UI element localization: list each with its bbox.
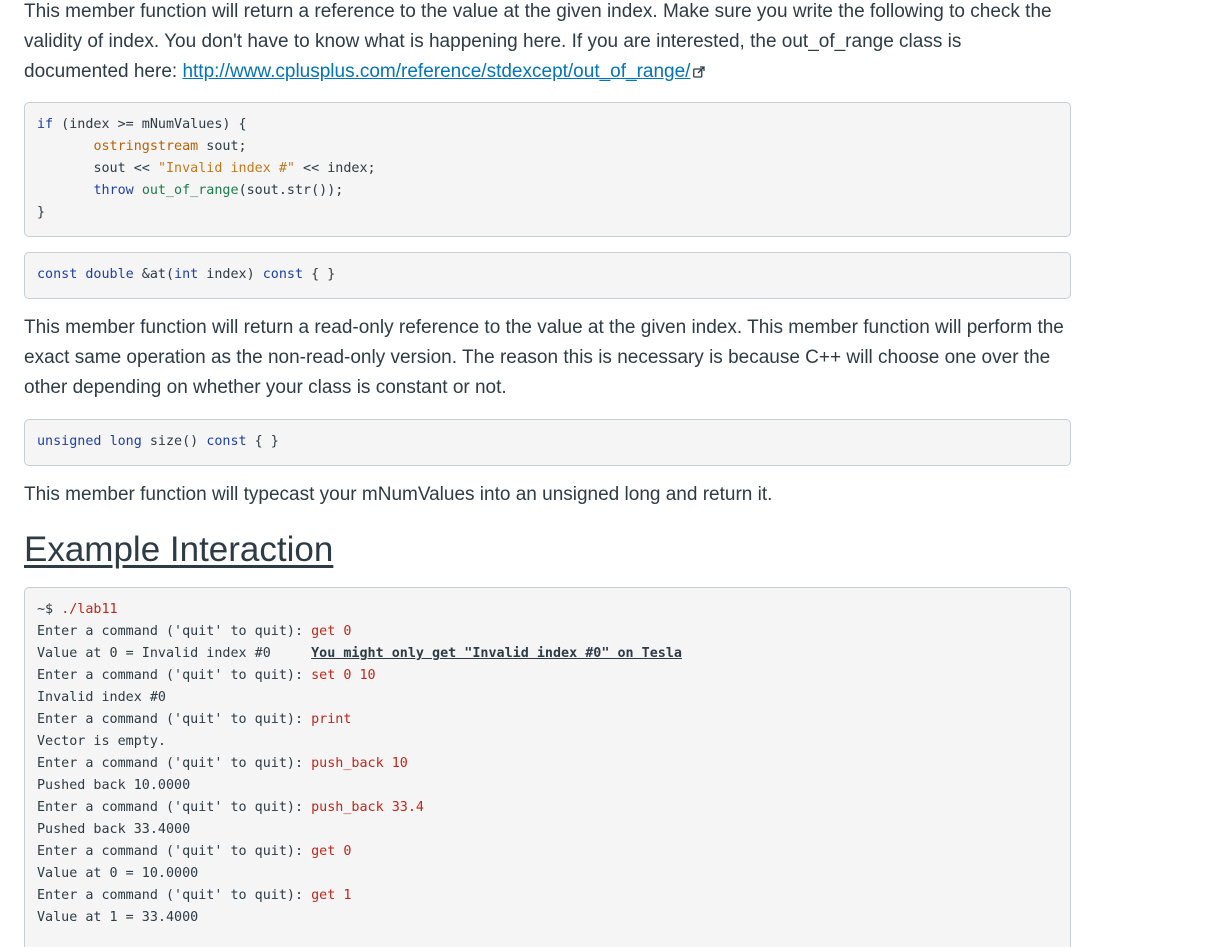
code-line: unsigned long size() const { } <box>37 431 1058 453</box>
output-text: Enter a command ('quit' to quit): <box>37 756 312 771</box>
code-line: Vector is empty. <box>37 731 1058 753</box>
at-const-paragraph: This member function will return a read-… <box>24 317 1064 398</box>
output-text: Enter a command ('quit' to quit): <box>37 800 312 815</box>
output-text: Vector is empty. <box>37 734 166 749</box>
output-text: Enter a command ('quit' to quit): <box>37 624 312 639</box>
code-line: Value at 0 = 10.0000 <box>37 863 1058 885</box>
code-keyword: if <box>37 117 54 132</box>
code-line: sout << "Invalid index #" << index; <box>37 158 1058 180</box>
output-text: Enter a command ('quit' to quit): <box>37 712 312 727</box>
user-command: set 0 10 <box>311 668 376 683</box>
user-command: push_back 33.4 <box>311 800 424 815</box>
code-text: << index; <box>295 161 376 176</box>
output-text: Enter a command ('quit' to quit): <box>37 668 312 683</box>
output-text: Value at 0 = 10.0000 <box>37 866 199 881</box>
output-note: You might only get "Invalid index #0" on… <box>311 646 682 661</box>
user-command: print <box>311 712 352 727</box>
code-text: { } <box>246 434 279 449</box>
code-keyword: const <box>37 267 78 282</box>
shell-command: ./lab11 <box>61 602 118 617</box>
code-keyword: const <box>206 434 247 449</box>
code-text: (index >= mNumValues) { <box>53 117 247 132</box>
output-text: Pushed back 10.0000 <box>37 778 191 793</box>
index-check-code-block: if (index >= mNumValues) { ostringstream… <box>24 102 1071 237</box>
at-const-signature-code: const double &at(int index) const { } <box>24 252 1071 299</box>
size-paragraph: This member function will typecast your … <box>24 484 773 505</box>
code-line: Enter a command ('quit' to quit): get 0 <box>37 621 1058 643</box>
output-text: Pushed back 33.4000 <box>37 822 191 837</box>
code-line: Enter a command ('quit' to quit): print <box>37 709 1058 731</box>
code-line: Pushed back 33.4000 <box>37 819 1058 841</box>
code-line: Enter a command ('quit' to quit): push_b… <box>37 753 1058 775</box>
code-line: const double &at(int index) const { } <box>37 264 1058 286</box>
code-keyword: int <box>174 267 199 282</box>
intro-paragraph: This member function will return a refer… <box>24 0 1071 87</box>
code-text: sout; <box>198 139 247 154</box>
output-text: Value at 0 = Invalid index #0 <box>37 646 312 661</box>
code-keyword: long <box>109 434 142 449</box>
user-command: get 1 <box>311 888 352 903</box>
code-text: sout << <box>93 161 158 176</box>
code-line: Invalid index #0 <box>37 687 1058 709</box>
code-line: ostringstream sout; <box>37 136 1058 158</box>
code-line: throw out_of_range(sout.str()); <box>37 180 1058 202</box>
code-text: &at( <box>133 267 175 282</box>
code-function: out_of_range <box>141 183 239 198</box>
code-line: } <box>37 202 1058 224</box>
user-command: get 0 <box>311 844 352 859</box>
example-interaction-code: ~$ ./lab11 Enter a command ('quit' to qui… <box>24 587 1071 947</box>
code-line: Pushed back 10.0000 <box>37 775 1058 797</box>
code-line: Enter a command ('quit' to quit): push_b… <box>37 797 1058 819</box>
output-text: Enter a command ('quit' to quit): <box>37 888 312 903</box>
code-line: Value at 0 = Invalid index #0 You might … <box>37 643 1058 665</box>
code-line: Value at 1 = 33.4000 <box>37 907 1058 929</box>
size-signature-code: unsigned long size() const { } <box>24 419 1071 466</box>
code-text: index) <box>198 267 263 282</box>
code-keyword: const <box>262 267 304 282</box>
shell-prompt: ~$ <box>37 602 62 617</box>
code-text: } <box>37 205 46 220</box>
content-page: This member function will return a refer… <box>0 0 1071 947</box>
code-keyword: double <box>85 267 134 282</box>
code-type: ostringstream <box>93 139 199 154</box>
code-text: (sout.str()); <box>238 183 344 198</box>
output-text: Invalid index #0 <box>37 690 166 705</box>
code-line: Enter a command ('quit' to quit): get 0 <box>37 841 1058 863</box>
code-text: { } <box>303 267 336 282</box>
output-text: Enter a command ('quit' to quit): <box>37 844 312 859</box>
user-command: get 0 <box>311 624 352 639</box>
code-line: if (index >= mNumValues) { <box>37 114 1058 136</box>
code-string: "Invalid index #" <box>157 161 295 176</box>
code-line: Enter a command ('quit' to quit): get 1 <box>37 885 1058 907</box>
output-text: Value at 1 = 33.4000 <box>37 910 199 925</box>
code-line: ~$ ./lab11 <box>37 599 1058 621</box>
user-command: push_back 10 <box>311 756 408 771</box>
example-interaction-heading: Example Interaction <box>24 530 334 569</box>
code-line: Enter a command ('quit' to quit): set 0 … <box>37 665 1058 687</box>
code-keyword: throw <box>93 183 134 198</box>
code-text: size() <box>141 434 207 449</box>
out-of-range-link[interactable]: http://www.cplusplus.com/reference/stdex… <box>182 61 690 82</box>
external-link-icon[interactable] <box>693 66 706 78</box>
code-keyword: unsigned <box>37 434 102 449</box>
